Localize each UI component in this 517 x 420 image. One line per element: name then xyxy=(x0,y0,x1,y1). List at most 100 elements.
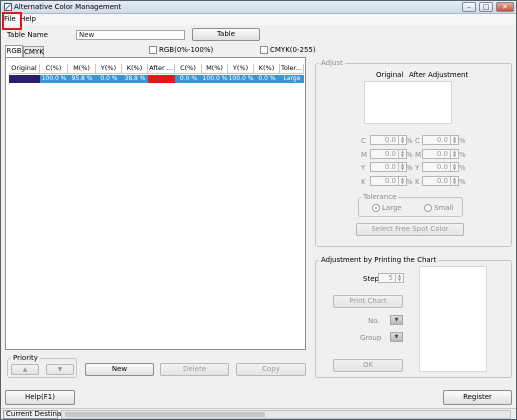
after-y-input[interactable]: 0.0 ▲ ▼ xyxy=(422,162,459,172)
tab-rgb[interactable]: RGB xyxy=(5,45,23,57)
adj-k-label: K xyxy=(361,178,366,186)
orig-m-value: 0.0 xyxy=(384,150,396,158)
after-swatch xyxy=(148,75,175,83)
new-button[interactable]: New xyxy=(85,363,154,376)
group-label: Group xyxy=(360,334,382,342)
adj-c2-label: C xyxy=(415,137,420,145)
large-radio[interactable] xyxy=(372,204,380,212)
pct: % xyxy=(406,151,413,159)
help-button[interactable]: Help(F1) xyxy=(5,390,75,405)
cell-k2: 0.0 % xyxy=(258,75,276,82)
after-adjustment-label: After Adjustment xyxy=(409,71,469,79)
small-radio[interactable] xyxy=(424,204,432,212)
col-c2[interactable]: C(%) xyxy=(175,64,202,74)
chevron-down-icon: ▼ xyxy=(394,317,399,323)
register-button[interactable]: Register xyxy=(443,390,512,405)
cmyk-range-label: CMYK(0-255) xyxy=(270,46,316,54)
destination-blur xyxy=(65,412,265,417)
status-bar: Current Destination xyxy=(1,408,516,419)
after-c-value: 0.0 xyxy=(436,136,448,144)
col-tolerance[interactable]: Toler... xyxy=(280,64,304,74)
ok-button[interactable]: OK xyxy=(333,359,403,372)
orig-c-input[interactable]: 0.0 ▲ ▼ xyxy=(370,135,407,145)
window-title: Alternative Color Management xyxy=(14,3,122,11)
cmyk-range-checkbox[interactable] xyxy=(260,46,268,54)
chart-title: Adjustment by Printing the Chart xyxy=(319,256,439,264)
col-y[interactable]: Y(%) xyxy=(96,64,122,74)
select-spot-color-button[interactable]: Select Free Spot Color xyxy=(356,223,464,236)
orig-y-input[interactable]: 0.0 ▲ ▼ xyxy=(370,162,407,172)
pct: % xyxy=(406,137,413,145)
maximize-button[interactable]: □ xyxy=(479,2,493,12)
step-input[interactable]: 5 ▲ ▼ xyxy=(378,273,404,283)
tab-cmyk[interactable]: CMYK xyxy=(23,46,44,57)
spin-arrows-icon: ▲ ▼ xyxy=(450,177,458,185)
highlight-box xyxy=(2,12,22,30)
col-m[interactable]: M(%) xyxy=(68,64,96,74)
priority-down-button[interactable]: ▼ xyxy=(46,364,74,375)
no-label: No. xyxy=(368,317,380,325)
cell-m: 95.8 % xyxy=(71,75,93,82)
col-k2[interactable]: K(%) xyxy=(254,64,280,74)
main-window: Alternative Color Management – □ ✕ File … xyxy=(0,0,517,420)
adj-c-label: C xyxy=(361,137,366,145)
current-destination-label: Current Destination xyxy=(3,410,75,419)
app-icon xyxy=(4,3,12,11)
spin-arrows-icon: ▲ ▼ xyxy=(450,150,458,158)
cell-y: 0.0 % xyxy=(100,75,118,82)
adj-y2-label: Y xyxy=(415,164,420,172)
col-k[interactable]: K(%) xyxy=(122,64,148,74)
large-label: Large xyxy=(382,204,402,212)
cell-tolerance: Large xyxy=(283,75,301,82)
pct: % xyxy=(459,151,466,159)
after-m-input[interactable]: 0.0 ▲ ▼ xyxy=(422,149,459,159)
col-after[interactable]: After ... xyxy=(148,64,175,74)
spin-arrows-icon: ▲ ▼ xyxy=(398,150,406,158)
after-c-input[interactable]: 0.0 ▲ ▼ xyxy=(422,135,459,145)
delete-button[interactable]: Delete xyxy=(160,363,229,376)
table-row[interactable]: 100.0 % 95.8 % 0.0 % 38.8 % 0.0 % 100.0 … xyxy=(9,75,304,83)
table-button[interactable]: Table xyxy=(192,28,260,41)
no-dropdown[interactable]: ▼ xyxy=(390,315,403,325)
pct: % xyxy=(406,164,413,172)
rgb-range-label: RGB(0%-100%) xyxy=(159,46,214,54)
title-bar: Alternative Color Management – □ ✕ xyxy=(1,1,516,14)
group-dropdown[interactable]: ▼ xyxy=(390,332,403,342)
chevron-down-icon: ▼ xyxy=(394,334,399,340)
orig-y-value: 0.0 xyxy=(384,163,396,171)
col-m2[interactable]: M(%) xyxy=(202,64,228,74)
spin-arrows-icon: ▲ ▼ xyxy=(450,136,458,144)
close-button[interactable]: ✕ xyxy=(496,2,514,12)
table-name-field[interactable]: New xyxy=(76,30,185,40)
spin-arrows-icon: ▲ ▼ xyxy=(398,163,406,171)
original-label: Original xyxy=(376,71,404,79)
orig-k-value: 0.0 xyxy=(384,177,396,185)
current-destination-value xyxy=(61,410,511,419)
original-swatch xyxy=(9,75,40,83)
tolerance-title: Tolerance xyxy=(361,193,399,201)
menu-help[interactable]: Help xyxy=(20,15,36,23)
col-original[interactable]: Original xyxy=(9,64,40,74)
col-c[interactable]: C(%) xyxy=(40,64,68,74)
orig-m-input[interactable]: 0.0 ▲ ▼ xyxy=(370,149,407,159)
spin-arrows-icon: ▲ ▼ xyxy=(398,177,406,185)
small-label: Small xyxy=(434,204,454,212)
priority-title: Priority xyxy=(11,354,40,362)
pct: % xyxy=(459,164,466,172)
after-m-value: 0.0 xyxy=(436,150,448,158)
minimize-button[interactable]: – xyxy=(462,2,476,12)
chart-preview xyxy=(419,266,487,372)
adj-m-label: M xyxy=(361,151,368,159)
color-table[interactable]: Original C(%) M(%) Y(%) K(%) After ... C… xyxy=(5,57,306,350)
rgb-range-checkbox[interactable] xyxy=(149,46,157,54)
col-y2[interactable]: Y(%) xyxy=(228,64,254,74)
adjust-title: Adjust xyxy=(319,59,345,67)
priority-up-button[interactable]: ▲ xyxy=(11,364,39,375)
orig-k-input[interactable]: 0.0 ▲ ▼ xyxy=(370,176,407,186)
print-chart-button[interactable]: Print Chart xyxy=(333,295,403,308)
spin-arrows-icon: ▲ ▼ xyxy=(398,136,406,144)
adj-k2-label: K xyxy=(415,178,420,186)
copy-button[interactable]: Copy xyxy=(236,363,306,376)
after-k-value: 0.0 xyxy=(436,177,448,185)
after-k-input[interactable]: 0.0 ▲ ▼ xyxy=(422,176,459,186)
